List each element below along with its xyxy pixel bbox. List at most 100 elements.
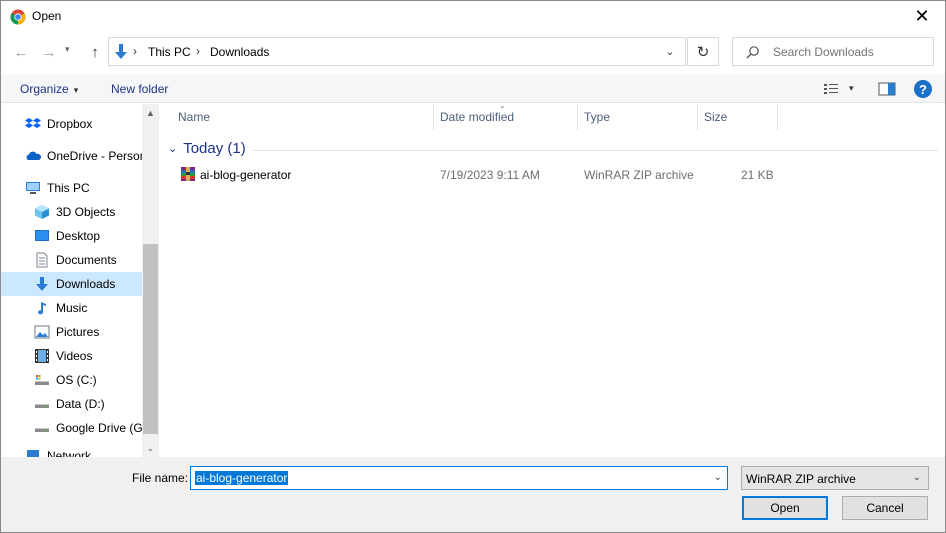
breadcrumb-downloads[interactable]: Downloads (210, 45, 269, 59)
breadcrumb-this-pc[interactable]: This PC (148, 45, 191, 59)
network-icon (25, 448, 41, 457)
sidebar-item-label: Data (D:) (56, 397, 105, 411)
dropbox-icon (25, 116, 41, 132)
chevron-down-icon[interactable]: ⌄ (714, 472, 722, 483)
sidebar-item-desktop[interactable]: Desktop (1, 224, 142, 248)
refresh-icon: ↻ (696, 43, 710, 61)
sidebar-item-dropbox[interactable]: Dropbox (1, 112, 142, 136)
sidebar-item-label: OS (C:) (56, 373, 97, 387)
drive-icon (34, 396, 50, 412)
pc-icon (25, 180, 41, 196)
file-name-input[interactable]: ai-blog-generator ⌄ (190, 466, 728, 490)
file-name-value: ai-blog-generator (195, 471, 289, 485)
drive-icon (34, 420, 50, 436)
sidebar-item-videos[interactable]: Videos (1, 344, 142, 368)
sidebar-item-pictures[interactable]: Pictures (1, 320, 142, 344)
sidebar-item-3d-objects[interactable]: 3D Objects (1, 200, 142, 224)
search-input[interactable] (773, 45, 923, 59)
sidebar-item-label: This PC (47, 181, 90, 195)
column-header-date-modified[interactable]: Date modified (434, 104, 578, 130)
file-type-value: WinRAR ZIP archive (746, 472, 856, 486)
column-name-label: Name (178, 110, 211, 124)
open-button[interactable]: Open (742, 496, 828, 520)
sidebar-item-label: Downloads (56, 277, 116, 291)
sidebar-item-documents[interactable]: Documents (1, 248, 142, 272)
breadcrumb-separator: › (133, 44, 137, 58)
forward-button[interactable]: → (39, 42, 59, 62)
sidebar-item-google-drive-g[interactable]: Google Drive (G:) (1, 416, 142, 440)
help-icon[interactable]: ? (914, 80, 932, 98)
scroll-up-icon[interactable]: ▲ (142, 104, 159, 121)
pictures-icon (34, 324, 50, 340)
close-button[interactable]: ✕ (899, 1, 945, 32)
chrome-icon (10, 9, 26, 25)
organize-label: Organize (20, 82, 69, 96)
column-type-label: Type (584, 110, 611, 124)
breadcrumb-separator: › (196, 44, 200, 58)
up-button[interactable]: ↑ (85, 42, 105, 62)
window-title: Open (32, 9, 62, 23)
column-date-label: Date modified (440, 110, 515, 124)
close-icon: ✕ (914, 6, 930, 26)
sidebar-item-music[interactable]: Music (1, 296, 142, 320)
group-header-today[interactable]: ⌄ Today (1) (168, 140, 246, 157)
sidebar-item-label: Documents (56, 253, 117, 267)
document-icon (34, 252, 50, 268)
sidebar-item-label: Desktop (56, 229, 101, 243)
column-header-size[interactable]: Size (698, 104, 778, 130)
recent-locations-chevron-icon[interactable]: ▾ (65, 44, 70, 55)
group-label: Today (1) (183, 140, 246, 157)
onedrive-icon (25, 148, 41, 164)
up-arrow-icon: ↑ (91, 43, 99, 61)
address-bar[interactable]: › This PC › Downloads ⌄ (108, 37, 686, 66)
sidebar-item-os-c[interactable]: OS (C:) (1, 368, 142, 392)
view-options-icon[interactable] (823, 81, 839, 97)
column-header-name[interactable]: Name (172, 104, 434, 130)
scroll-down-icon[interactable]: ⌄ (142, 440, 159, 457)
search-box[interactable] (732, 37, 934, 66)
view-options-chevron-icon[interactable]: ▾ (849, 83, 854, 94)
scroll-thumb[interactable] (143, 244, 158, 434)
file-type: WinRAR ZIP archive (584, 168, 694, 182)
group-divider (252, 150, 938, 151)
sidebar-item-data-d[interactable]: Data (D:) (1, 392, 142, 416)
sidebar-item-this-pc[interactable]: This PC (1, 176, 142, 200)
chevron-down-icon: ⌄ (665, 46, 675, 58)
file-row[interactable]: ai-blog-generator 7/19/2023 9:11 AM WinR… (178, 164, 778, 186)
sidebar-item-label: Google Drive (G:) (56, 421, 142, 435)
sidebar-item-label: Network (47, 449, 92, 457)
forward-arrow-icon: → (41, 43, 57, 61)
winrar-archive-icon (181, 167, 195, 181)
back-button[interactable]: ← (11, 42, 31, 62)
cube-icon (34, 204, 50, 220)
column-header-type[interactable]: Type (578, 104, 698, 130)
column-size-label: Size (704, 110, 728, 124)
chevron-down-icon: ⌄ (912, 472, 921, 483)
sidebar-item-label: Pictures (56, 325, 100, 339)
file-type-select[interactable]: WinRAR ZIP archive ⌄ (741, 466, 929, 490)
sidebar-item-onedrive-personal[interactable]: OneDrive - Personal (1, 144, 142, 168)
file-date-modified: 7/19/2023 9:11 AM (440, 168, 540, 182)
preview-pane-icon[interactable] (878, 81, 896, 97)
open-dialog: Open ✕ ← → ↑ ▾ › This PC › Downloads ⌄ ↻ (0, 0, 946, 533)
file-name: ai-blog-generator (200, 168, 292, 182)
address-dropdown-button[interactable]: ⌄ (655, 38, 685, 65)
sidebar-item-label: 3D Objects (56, 205, 116, 219)
dialog-footer: File name: ai-blog-generator ⌄ WinRAR ZI… (1, 457, 945, 532)
new-folder-button[interactable]: New folder (111, 82, 168, 96)
os-drive-icon (34, 372, 50, 388)
desktop-icon (34, 228, 50, 244)
sidebar-item-downloads[interactable]: Downloads (1, 272, 142, 296)
navigation-pane: Dropbox OneDrive - Personal This PC 3D Obje… (1, 104, 159, 457)
downloads-folder-icon (115, 44, 127, 59)
sidebar-item-label: Videos (56, 349, 93, 363)
cancel-button[interactable]: Cancel (842, 496, 928, 520)
download-icon (34, 276, 50, 292)
organize-menu[interactable]: Organize ▾ (20, 82, 78, 96)
sidebar-item-network[interactable]: Network (1, 444, 142, 457)
refresh-button[interactable]: ↻ (687, 37, 719, 66)
command-bar: Organize ▾ New folder ▾ ? (1, 75, 945, 103)
group-collapse-icon: ⌄ (168, 143, 178, 155)
nav-scrollbar[interactable]: ▲ ⌄ (142, 104, 159, 457)
title-bar: Open ✕ (1, 1, 945, 32)
